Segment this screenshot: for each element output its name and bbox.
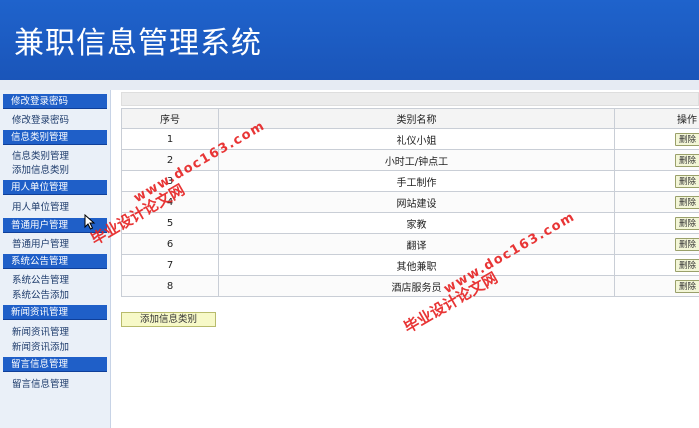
table-row: 3 手工制作 删除: [121, 170, 699, 192]
sidebar-item-category-manage[interactable]: 信息类别管理: [12, 151, 69, 163]
row-action-cell: 删除: [614, 212, 699, 234]
sidebar-item-news-manage[interactable]: 新闻资讯管理: [12, 327, 69, 339]
main-content: 序号 类别名称 操作 1 礼仪小姐 删除 2 小时工/钟点工 删除 3 手工制作…: [111, 90, 699, 428]
sidebar-section-employer[interactable]: 用人单位管理: [3, 180, 107, 195]
row-action-cell: 删除: [614, 191, 699, 213]
sidebar-item-change-password[interactable]: 修改登录密码: [12, 115, 69, 127]
row-category-name: 其他兼职: [218, 254, 615, 276]
table-row: 5 家教 删除: [121, 212, 699, 234]
row-category-name: 酒店服务员: [218, 275, 615, 297]
row-action-cell: 删除: [614, 128, 699, 150]
row-category-name: 翻译: [218, 233, 615, 255]
sidebar-nav: 修改登录密码 修改登录密码 信息类别管理 信息类别管理 添加信息类别 用人单位管…: [0, 90, 111, 428]
delete-button[interactable]: 删除: [675, 174, 699, 188]
sidebar-section-notice[interactable]: 系统公告管理: [3, 254, 107, 269]
mouse-pointer-icon: [84, 214, 96, 230]
category-table: 序号 类别名称 操作 1 礼仪小姐 删除 2 小时工/钟点工 删除 3 手工制作…: [121, 108, 699, 297]
column-header-number: 序号: [121, 108, 219, 129]
sidebar-item-notice-manage[interactable]: 系统公告管理: [12, 275, 69, 287]
header-divider: [0, 80, 699, 90]
sidebar-section-news[interactable]: 新闻资讯管理: [3, 305, 107, 320]
sidebar-item-category-add[interactable]: 添加信息类别: [12, 165, 69, 177]
sidebar-item-user-manage[interactable]: 普通用户管理: [12, 239, 69, 251]
table-row: 4 网站建设 删除: [121, 191, 699, 213]
row-action-cell: 删除: [614, 254, 699, 276]
table-row: 6 翻译 删除: [121, 233, 699, 255]
delete-button[interactable]: 删除: [675, 237, 699, 251]
column-header-category-name: 类别名称: [218, 108, 615, 129]
row-number: 7: [121, 254, 219, 276]
sidebar-section-category[interactable]: 信息类别管理: [3, 130, 107, 145]
delete-button[interactable]: 删除: [675, 279, 699, 293]
sidebar-section-message[interactable]: 留言信息管理: [3, 357, 107, 372]
row-action-cell: 删除: [614, 149, 699, 171]
delete-button[interactable]: 删除: [675, 132, 699, 146]
delete-button[interactable]: 删除: [675, 153, 699, 167]
delete-button[interactable]: 删除: [675, 258, 699, 272]
sidebar-item-employer-manage[interactable]: 用人单位管理: [12, 202, 69, 214]
table-header-row: 序号 类别名称 操作: [121, 108, 699, 129]
content-toolbar: [121, 92, 699, 106]
table-row: 1 礼仪小姐 删除: [121, 128, 699, 150]
row-number: 1: [121, 128, 219, 150]
table-row: 8 酒店服务员 删除: [121, 275, 699, 297]
row-action-cell: 删除: [614, 275, 699, 297]
sidebar-item-message-manage[interactable]: 留言信息管理: [12, 379, 69, 391]
sidebar-item-notice-add[interactable]: 系统公告添加: [12, 290, 69, 302]
sidebar-item-news-add[interactable]: 新闻资讯添加: [12, 342, 69, 354]
app-title: 兼职信息管理系统: [14, 26, 262, 61]
table-row: 7 其他兼职 删除: [121, 254, 699, 276]
row-category-name: 手工制作: [218, 170, 615, 192]
sidebar-section-password[interactable]: 修改登录密码: [3, 94, 107, 109]
row-number: 6: [121, 233, 219, 255]
row-category-name: 礼仪小姐: [218, 128, 615, 150]
delete-button[interactable]: 删除: [675, 216, 699, 230]
column-header-action: 操作: [614, 108, 699, 129]
row-number: 8: [121, 275, 219, 297]
row-action-cell: 删除: [614, 233, 699, 255]
delete-button[interactable]: 删除: [675, 195, 699, 209]
row-category-name: 小时工/钟点工: [218, 149, 615, 171]
row-action-cell: 删除: [614, 170, 699, 192]
row-category-name: 网站建设: [218, 191, 615, 213]
app-header: 兼职信息管理系统: [0, 0, 699, 80]
add-category-button[interactable]: 添加信息类别: [121, 312, 216, 327]
